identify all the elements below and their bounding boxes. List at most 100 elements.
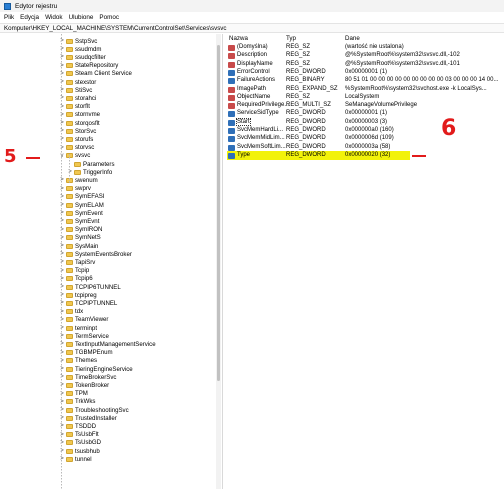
tree-item-trustedinstaller[interactable]: > TrustedInstaller	[58, 414, 117, 422]
chevron-right-icon[interactable]: >	[58, 112, 66, 118]
tree-item-systemeventsbroker[interactable]: > SystemEventsBroker	[58, 250, 132, 258]
chevron-right-icon[interactable]: >	[58, 333, 66, 339]
tree-item-tieringengineservice[interactable]: > TieringEngineService	[58, 365, 132, 373]
tree-item-tgbmpenum[interactable]: > TGBMPEnum	[58, 349, 112, 357]
tree-item-staterepository[interactable]: > StateRepository	[58, 62, 118, 70]
chevron-right-icon[interactable]: >	[58, 358, 66, 364]
value-row-displayname[interactable]: DisplayName REG_SZ @%SystemRoot%\system32\…	[225, 61, 504, 69]
tree-item-tsusbhub[interactable]: > tsusbhub	[58, 447, 100, 455]
chevron-right-icon[interactable]: >	[58, 448, 66, 454]
value-row-type[interactable]: Type REG_DWORD 0x00000020 (32)	[225, 152, 504, 160]
tree-item-storqosflt[interactable]: > storqosflt	[58, 119, 100, 127]
menu-item-edycja[interactable]: Edycja	[20, 14, 39, 21]
chevron-right-icon[interactable]: >	[58, 104, 66, 110]
chevron-right-icon[interactable]: >	[58, 284, 66, 290]
tree-item-tcpip6tunnel[interactable]: > TCPIP6TUNNEL	[58, 283, 120, 291]
tree-item-symelam[interactable]: > SymELAM	[58, 201, 104, 209]
chevron-right-icon[interactable]: >	[58, 63, 66, 69]
menu-item-pomoc[interactable]: Pomoc	[99, 14, 119, 21]
tree-item-storsvc[interactable]: > StorSvc	[58, 127, 96, 135]
tree-item-timebrokersvc[interactable]: > TimeBrokerSvc	[58, 373, 116, 381]
chevron-right-icon[interactable]: >	[58, 300, 66, 306]
value-row-imagepath[interactable]: ImagePath REG_EXPAND_SZ %SystemRoot%\syste…	[225, 86, 504, 94]
value-row-svcmemmidlim[interactable]: SvcMemMidLim... REG_DWORD 0x0000006d (109)	[225, 135, 504, 143]
value-row-objectname[interactable]: ObjectName REG_SZ LocalSystem	[225, 94, 504, 102]
value-row-requiredprivilege[interactable]: RequiredPrivilege... REG_MULTI_SZ SeManage…	[225, 102, 504, 110]
chevron-right-icon[interactable]: >	[58, 268, 66, 274]
tree-item-themes[interactable]: > Themes	[58, 357, 97, 365]
tree-item-tokenbroker[interactable]: > TokenBroker	[58, 381, 109, 389]
tree-item-tcpiptunnel[interactable]: > TCPIPTUNNEL	[58, 299, 117, 307]
chevron-right-icon[interactable]: >	[58, 251, 66, 257]
tree-item-symiron[interactable]: > SymIRON	[58, 226, 102, 234]
chevron-right-icon[interactable]: >	[58, 87, 66, 93]
chevron-right-icon[interactable]: >	[58, 309, 66, 315]
chevron-right-icon[interactable]: >	[58, 128, 66, 134]
tree-item-terminpt[interactable]: > terminpt	[58, 324, 97, 332]
chevron-right-icon[interactable]: >	[58, 136, 66, 142]
tree-item-tpm[interactable]: > TPM	[58, 390, 88, 398]
address-bar[interactable]: Komputer\HKEY_LOCAL_MACHINE\SYSTEM\Curre…	[0, 23, 504, 33]
tree-item-ssudmdm[interactable]: > ssudmdm	[58, 45, 101, 53]
tree-item-storflt[interactable]: > storflt	[58, 103, 90, 111]
tree-item-storvsc[interactable]: > storvsc	[58, 144, 94, 152]
tree-item-stexstor[interactable]: > stexstor	[58, 78, 96, 86]
value-row-servicesidtype[interactable]: ServiceSidType REG_DWORD 0x00000001 (1)	[225, 110, 504, 118]
chevron-right-icon[interactable]: >	[58, 177, 66, 183]
tree-item-swenum[interactable]: > swenum	[58, 176, 97, 184]
chevron-right-icon[interactable]: >	[58, 350, 66, 356]
chevron-right-icon[interactable]: >	[58, 276, 66, 282]
column-header-type[interactable]: Typ	[286, 35, 296, 42]
tree-item-tcpip6[interactable]: > Tcpip6	[58, 275, 92, 283]
tree-item-stornvme[interactable]: > stornvme	[58, 111, 100, 119]
chevron-right-icon[interactable]: >	[58, 415, 66, 421]
tree-item-tapisrv[interactable]: > TapiSrv	[58, 258, 95, 266]
chevron-right-icon[interactable]: >	[66, 169, 74, 175]
tree-item-triggerinfo[interactable]: > TriggerInfo	[66, 168, 112, 176]
chevron-right-icon[interactable]: >	[58, 194, 66, 200]
chevron-right-icon[interactable]: >	[58, 366, 66, 372]
value-row-failureactions[interactable]: FailureActions REG_BINARY 80 51 01 00 00 0…	[225, 77, 504, 85]
column-header-name[interactable]: Nazwa	[229, 35, 248, 42]
chevron-right-icon[interactable]: >	[58, 235, 66, 241]
tree-item-stisvc[interactable]: > StiSvc	[58, 86, 92, 94]
chevron-right-icon[interactable]: >	[58, 218, 66, 224]
chevron-right-icon[interactable]: >	[58, 38, 66, 44]
tree-item-symevnt[interactable]: > SymEvnt	[58, 217, 99, 225]
chevron-right-icon[interactable]: >	[58, 227, 66, 233]
tree-scrollbar-thumb[interactable]	[217, 45, 220, 381]
value-row--domy-lna[interactable]: (Domyślna) REG_SZ (wartość nie ustalona)	[225, 44, 504, 52]
chevron-right-icon[interactable]: >	[58, 145, 66, 151]
tree-item-svsvc[interactable]: v svsvc	[58, 152, 91, 160]
tree-item-ssudqcfilter[interactable]: > ssudqcfilter	[58, 53, 106, 61]
chevron-right-icon[interactable]: >	[58, 423, 66, 429]
tree-item-symnets[interactable]: > SymNetS	[58, 234, 101, 242]
tree-item-sysmain[interactable]: > SysMain	[58, 242, 98, 250]
menu-item-widok[interactable]: Widok	[45, 14, 63, 21]
chevron-right-icon[interactable]: >	[58, 391, 66, 397]
tree-item-trkwks[interactable]: > TrkWks	[58, 398, 95, 406]
chevron-right-icon[interactable]: >	[58, 46, 66, 52]
column-header-data[interactable]: Dane	[345, 35, 360, 42]
tree-item-steam-client-service[interactable]: > Steam Client Service	[58, 70, 132, 78]
tree-item-symefasi[interactable]: > SymEFASI	[58, 193, 104, 201]
value-row-svcmemsoftlim[interactable]: SvcMemSoftLim... REG_DWORD 0x0000003a (58)	[225, 144, 504, 152]
tree-item-textinputmanagementservice[interactable]: > TextInputManagementService	[58, 340, 155, 348]
menu-item-ulubione[interactable]: Ulubione	[69, 14, 94, 21]
value-row-svcmemhardli[interactable]: SvcMemHardLi... REG_DWORD 0x000000a0 (160)	[225, 127, 504, 135]
tree-item-parameters[interactable]: Parameters	[66, 160, 115, 168]
value-row-start[interactable]: Start REG_DWORD 0x00000003 (3)	[225, 117, 504, 127]
chevron-right-icon[interactable]: >	[58, 317, 66, 323]
chevron-right-icon[interactable]: >	[58, 440, 66, 446]
tree-item-tsddd[interactable]: > TSDDD	[58, 422, 96, 430]
chevron-right-icon[interactable]: >	[58, 292, 66, 298]
chevron-right-icon[interactable]: >	[58, 341, 66, 347]
tree-item-tcpipreg[interactable]: > tcpipreg	[58, 291, 96, 299]
chevron-right-icon[interactable]: >	[58, 202, 66, 208]
value-row-description[interactable]: Description REG_SZ @%SystemRoot%\system32\…	[225, 52, 504, 60]
tree-item-symevent[interactable]: > SymEvent	[58, 209, 103, 217]
tree-item-swprv[interactable]: > swprv	[58, 185, 91, 193]
chevron-right-icon[interactable]: >	[58, 407, 66, 413]
chevron-down-icon[interactable]: v	[58, 153, 66, 159]
tree-item-tcpip[interactable]: > Tcpip	[58, 267, 89, 275]
